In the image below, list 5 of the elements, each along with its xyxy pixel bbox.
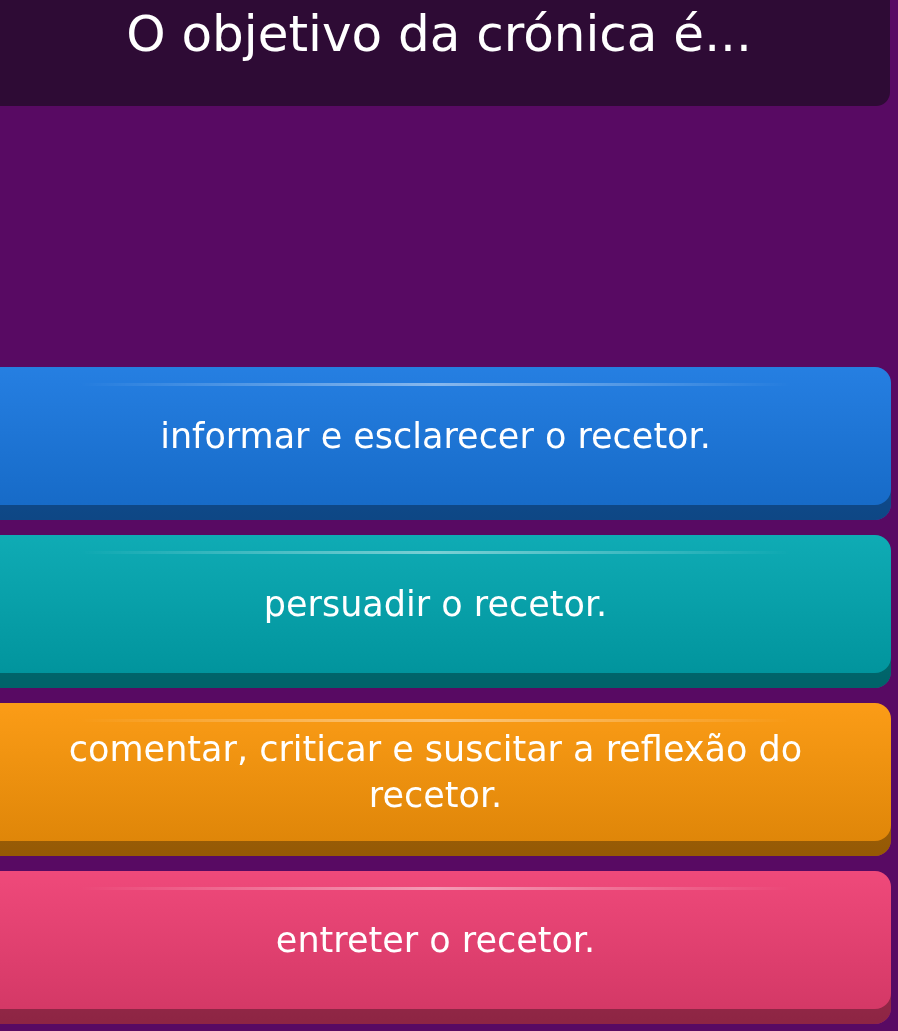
answer-button[interactable]: comentar, criticar e suscitar a reflexão do recetor. [0, 703, 891, 856]
answer-button[interactable]: entreter o recetor. [0, 871, 891, 1024]
answer-button[interactable]: informar e esclarecer o recetor. [0, 367, 891, 520]
answer-button[interactable]: persuadir o recetor. [0, 535, 891, 688]
question-text: O objetivo da crónica é... [126, 6, 752, 62]
